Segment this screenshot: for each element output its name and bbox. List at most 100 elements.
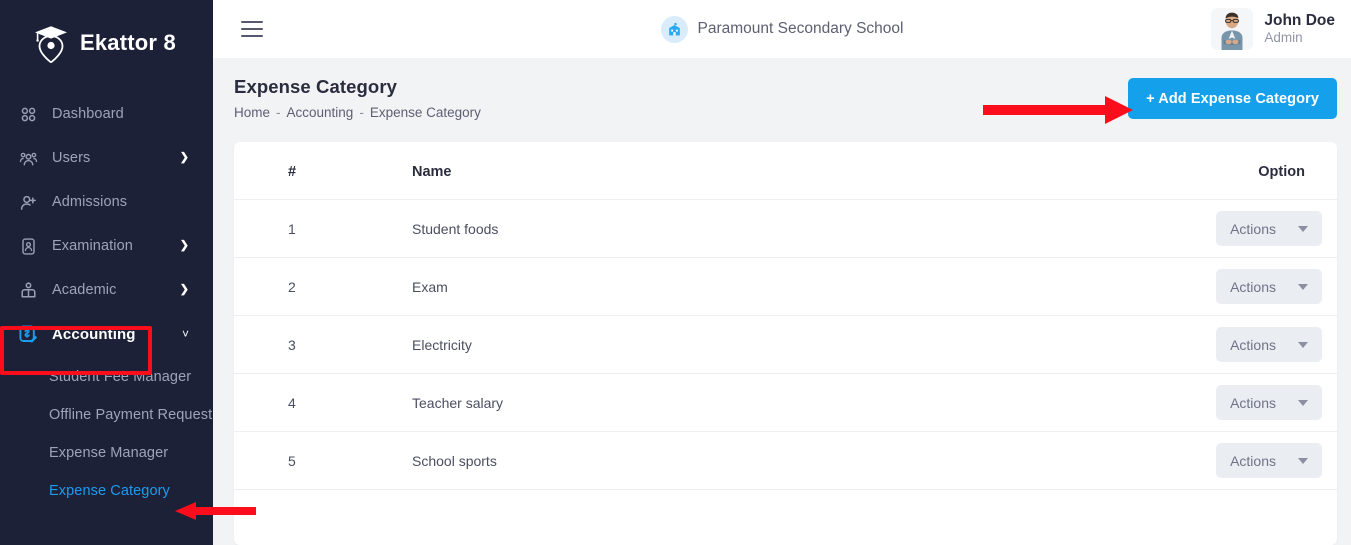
- breadcrumb-separator: -: [276, 105, 281, 120]
- actions-dropdown-button[interactable]: Actions: [1216, 443, 1322, 478]
- app-root: Ekattor 8 Dashboard Users ❯ Admissions E…: [0, 0, 1351, 545]
- profile-menu[interactable]: John Doe Admin: [1211, 0, 1335, 58]
- column-header-name: Name: [412, 142, 1142, 200]
- breadcrumb-separator: -: [359, 105, 364, 120]
- table-row: 2 Exam Actions: [234, 257, 1337, 316]
- sidebar-subitem-expense-manager[interactable]: Expense Manager: [0, 434, 213, 472]
- caret-down-icon: [1298, 341, 1308, 348]
- sidebar-item-label: Dashboard: [52, 106, 124, 122]
- breadcrumb: Home - Accounting - Expense Category: [234, 105, 481, 120]
- sidebar-item-users[interactable]: Users ❯: [0, 136, 213, 180]
- chevron-down-icon: ˅: [181, 327, 189, 341]
- sidebar-item-accounting[interactable]: Accounting ˅: [0, 312, 213, 356]
- profile-role: Admin: [1264, 30, 1303, 46]
- column-header-option: Option: [1142, 142, 1337, 200]
- page-header-left: Expense Category Home - Accounting - Exp…: [234, 76, 481, 120]
- school-building-icon: [660, 15, 688, 43]
- expense-category-table: # Name Option 1 Student foods Actions 2 …: [234, 142, 1337, 490]
- actions-dropdown-button[interactable]: Actions: [1216, 269, 1322, 304]
- cell-option: Actions: [1142, 431, 1337, 490]
- cell-option: Actions: [1142, 257, 1337, 316]
- caret-down-icon: [1298, 457, 1308, 464]
- sidebar-subitem-label: Student Fee Manager: [49, 369, 192, 385]
- sidebar-item-label: Examination: [52, 238, 133, 254]
- cell-number: 1: [234, 199, 412, 258]
- table-row: 4 Teacher salary Actions: [234, 373, 1337, 432]
- hamburger-icon[interactable]: [241, 21, 263, 37]
- main-content: Paramount Secondary School John Doe Admi…: [213, 0, 1351, 545]
- sidebar-item-admissions[interactable]: Admissions: [0, 180, 213, 224]
- sidebar-subitem-label: Expense Category: [49, 483, 170, 499]
- cell-name: Electricity: [412, 315, 1142, 374]
- table-row: 3 Electricity Actions: [234, 315, 1337, 374]
- brand-logo-area[interactable]: Ekattor 8: [0, 0, 213, 86]
- column-header-number: #: [234, 142, 412, 200]
- expense-category-card: # Name Option 1 Student foods Actions 2 …: [234, 142, 1337, 545]
- sidebar-item-label: Admissions: [52, 194, 128, 210]
- sidebar-subitem-label: Expense Manager: [49, 445, 169, 461]
- cell-name: Exam: [412, 257, 1142, 316]
- breadcrumb-item-expense-category: Expense Category: [369, 105, 481, 120]
- actions-dropdown-button[interactable]: Actions: [1216, 327, 1322, 362]
- cell-name: Teacher salary: [412, 373, 1142, 432]
- sidebar-item-examination[interactable]: Examination ❯: [0, 224, 213, 268]
- caret-down-icon: [1298, 225, 1308, 232]
- caret-down-icon: [1298, 399, 1308, 406]
- chevron-right-icon: ❯: [179, 283, 189, 296]
- sidebar-nav: Dashboard Users ❯ Admissions Examination…: [0, 86, 213, 510]
- table-row: 5 School sports Actions: [234, 431, 1337, 490]
- invoice-dollar-icon: [18, 324, 38, 344]
- cell-option: Actions: [1142, 315, 1337, 374]
- sidebar-subitem-student-fee-manager[interactable]: Student Fee Manager: [0, 358, 213, 396]
- avatar: [1211, 8, 1254, 50]
- users-group-icon: [18, 148, 38, 168]
- actions-button-label: Actions: [1230, 336, 1276, 353]
- school-identity: Paramount Secondary School: [213, 15, 1351, 43]
- sidebar-subitem-offline-payment-request[interactable]: Offline Payment Request: [0, 396, 213, 434]
- cell-number: 3: [234, 315, 412, 374]
- cell-number: 2: [234, 257, 412, 316]
- sidebar-item-dashboard[interactable]: Dashboard: [0, 92, 213, 136]
- brand-name: Ekattor 8: [80, 30, 176, 55]
- breadcrumb-item-home[interactable]: Home: [234, 105, 270, 120]
- table-head: # Name Option: [234, 142, 1337, 200]
- cell-option: Actions: [1142, 199, 1337, 258]
- user-plus-icon: [18, 192, 38, 212]
- sidebar-item-label: Users: [52, 150, 91, 166]
- breadcrumb-item-accounting[interactable]: Accounting: [287, 105, 354, 120]
- chevron-right-icon: ❯: [179, 151, 189, 164]
- table-header-row: # Name Option: [234, 142, 1337, 200]
- actions-button-label: Actions: [1230, 452, 1276, 469]
- actions-button-label: Actions: [1230, 220, 1276, 237]
- page-title: Expense Category: [234, 76, 398, 97]
- sidebar: Ekattor 8 Dashboard Users ❯ Admissions E…: [0, 0, 213, 545]
- actions-dropdown-button[interactable]: Actions: [1216, 211, 1322, 246]
- actions-dropdown-button[interactable]: Actions: [1216, 385, 1322, 420]
- cell-name: School sports: [412, 431, 1142, 490]
- sidebar-item-label: Accounting: [52, 325, 136, 343]
- chevron-right-icon: ❯: [179, 239, 189, 252]
- sidebar-subitem-expense-category[interactable]: Expense Category: [0, 472, 213, 510]
- add-expense-category-button[interactable]: + Add Expense Category: [1128, 78, 1337, 119]
- profile-name: John Doe: [1264, 11, 1335, 29]
- school-name: Paramount Secondary School: [697, 20, 904, 37]
- actions-button-label: Actions: [1230, 394, 1276, 411]
- sidebar-item-academic[interactable]: Academic ❯: [0, 268, 213, 312]
- cell-number: 5: [234, 431, 412, 490]
- cell-option: Actions: [1142, 373, 1337, 432]
- topbar: Paramount Secondary School John Doe Admi…: [213, 0, 1351, 58]
- sidebar-subitem-label: Offline Payment Request: [49, 407, 213, 423]
- profile-text: John Doe Admin: [1264, 12, 1335, 46]
- page-header: Expense Category Home - Accounting - Exp…: [213, 58, 1351, 120]
- table-body: 1 Student foods Actions 2 Exam Actions 3…: [234, 199, 1337, 490]
- id-card-icon: [18, 236, 38, 256]
- cell-name: Student foods: [412, 199, 1142, 258]
- caret-down-icon: [1298, 283, 1308, 290]
- table-row: 1 Student foods Actions: [234, 199, 1337, 258]
- sidebar-subnav-accounting: Student Fee Manager Offline Payment Requ…: [0, 356, 213, 510]
- grid-dots-icon: [18, 104, 38, 124]
- graduation-cap-pin-logo-icon: [33, 23, 69, 63]
- person-desk-icon: [18, 280, 38, 300]
- actions-button-label: Actions: [1230, 278, 1276, 295]
- sidebar-item-label: Academic: [52, 282, 117, 298]
